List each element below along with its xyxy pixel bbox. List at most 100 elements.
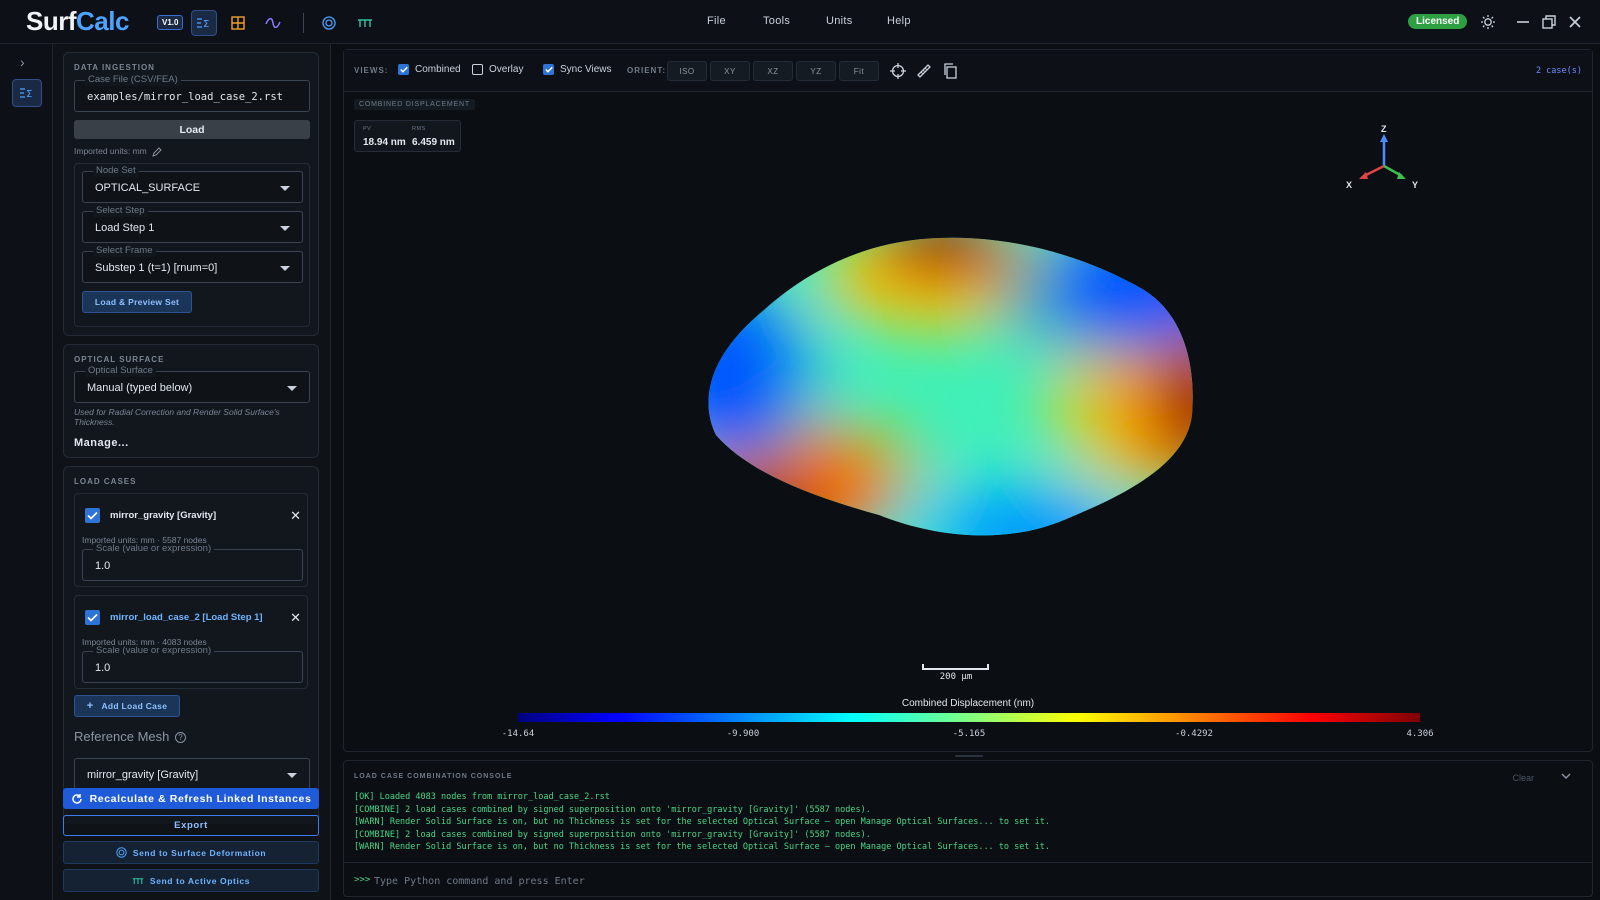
orient-iso-button[interactable]: ISO [667,61,707,81]
field-label: Optical Surface [85,365,156,377]
case-count: 2 case(s) [1535,66,1582,76]
add-load-case-button[interactable]: + Add Load Case [74,695,180,717]
reference-mesh-label: Reference Mesh ? [74,729,187,744]
caret-down-icon [287,386,297,391]
theme-sun-icon[interactable] [1478,12,1498,32]
field-value: Load Step 1 [95,222,155,234]
viewer-toolbar: VIEWS: Combined Overlay Sync Views ORIEN… [344,50,1592,92]
title-bar: SurfCalc V1.0 Σ File Tools Units Help Li… [0,0,1600,44]
minimize-icon[interactable] [1513,12,1533,32]
scale-input[interactable]: Scale (value or expression) 1.0 [82,645,303,683]
axis-y-label: Y [1412,180,1418,190]
console-log-line: [WARN] Render Solid Surface is on, but n… [354,842,1050,852]
restore-icon[interactable] [1539,12,1559,32]
colorbar-tick: -5.165 [952,729,986,739]
caret-down-icon [280,226,290,231]
combined-toggle[interactable]: Combined [398,64,461,75]
load-preview-set-button[interactable]: Load & Preview Set [82,291,192,313]
rms-label: RMS [412,126,426,132]
axis-x-label: X [1346,180,1352,190]
caret-down-icon [287,773,297,778]
svg-text:Σ: Σ [203,19,209,29]
field-value: Manual (typed below) [87,382,193,394]
reference-mesh-select[interactable]: mirror_gravity [Gravity] [74,758,310,790]
remove-load-case-icon[interactable]: ✕ [290,508,301,524]
orient-yz-button[interactable]: YZ [796,61,836,81]
viewer-panel: VIEWS: Combined Overlay Sync Views ORIEN… [343,49,1593,752]
send-active-optics-button[interactable]: Send to Active Optics [63,869,319,892]
scale-input[interactable]: Scale (value or expression) 1.0 [82,543,303,581]
panel-splitter-handle[interactable] [955,755,983,757]
scale-bar-label: 200 µm [939,672,973,682]
target-rings-icon [116,847,127,858]
field-label: Node Set [93,165,139,177]
colorbar-tick: -9.900 [726,729,760,739]
ruler-icon[interactable] [914,61,934,81]
load-case-name: mirror_load_case_2 [Load Step 1] [110,612,263,623]
colorbar [518,713,1420,722]
optical-surface-card: OPTICAL SURFACE Optical Surface Manual (… [63,344,319,458]
node-set-group: Node Set OPTICAL_SURFACE Select Step Loa… [74,163,310,327]
frame-select[interactable]: Select Frame Substep 1 (t=1) [rnum=0] [82,245,303,283]
recalculate-button[interactable]: Recalculate & Refresh Linked Instances [63,788,319,809]
orient-xz-button[interactable]: XZ [753,61,793,81]
manage-link[interactable]: Manage... [74,437,129,449]
target-rings-icon[interactable] [316,10,342,36]
caret-down-icon [280,186,290,191]
step-select[interactable]: Select Step Load Step 1 [82,205,303,243]
checkbox-unchecked-icon [472,64,483,75]
plus-icon: + [86,700,94,712]
crosshair-icon[interactable] [888,61,908,81]
rms-value: 6.459 nm [412,137,455,148]
wave-icon[interactable] [260,10,286,36]
chevron-down-icon[interactable] [1560,770,1572,785]
copy-icon[interactable] [940,61,960,81]
menu-tools[interactable]: Tools [763,15,790,27]
field-value: OPTICAL_SURFACE [95,182,201,194]
displacement-surface-plot[interactable] [704,235,1204,545]
load-case-checkbox[interactable] [85,508,100,523]
load-button[interactable]: Load [74,120,310,139]
grid-table-icon[interactable] [225,10,251,36]
app-logo: SurfCalc [26,6,129,36]
section-title: OPTICAL SURFACE [74,355,165,364]
optical-surface-select[interactable]: Optical Surface Manual (typed below) [74,365,310,403]
left-rail: › Σ [0,44,53,900]
view-tag: COMBINED DISPLACEMENT [354,99,475,110]
console-log-line: [WARN] Render Solid Surface is on, but n… [354,817,1050,827]
rail-combiner-button[interactable]: Σ [12,79,42,107]
pencil-icon[interactable] [152,147,162,157]
menu-units[interactable]: Units [826,15,853,27]
help-circle-icon[interactable]: ? [175,732,187,744]
python-command-input[interactable] [374,872,1564,890]
console-clear-button[interactable]: Clear [1512,773,1534,783]
checkbox-checked-icon [543,64,554,75]
orient-fit-button[interactable]: Fit [839,61,879,81]
node-set-select[interactable]: Node Set OPTICAL_SURFACE [82,165,303,203]
load-case-checkbox[interactable] [85,610,100,625]
remove-load-case-icon[interactable]: ✕ [290,610,301,626]
scale-bar [922,664,989,670]
load-case-combiner-icon[interactable]: Σ [191,10,217,36]
section-title: LOAD CASES [74,477,137,486]
field-value: 1.0 [95,560,111,572]
refresh-icon [71,793,82,804]
sync-views-toggle[interactable]: Sync Views [543,64,612,75]
chevron-right-icon[interactable]: › [20,54,25,70]
field-label: Select Frame [93,245,156,257]
optical-surface-note: Used for Radial Correction and Render So… [74,407,280,427]
menu-file[interactable]: File [707,15,726,27]
menu-help[interactable]: Help [887,15,911,27]
case-file-input[interactable]: Case File (CSV/FEA) examples/mirror_load… [74,74,310,112]
field-value: examples/mirror_load_case_2.rst [87,91,283,103]
field-value: mirror_gravity [Gravity] [87,769,199,781]
axis-z-label: Z [1381,124,1387,134]
actuator-icon[interactable] [352,10,378,36]
axis-triad: Z X Y [1346,124,1418,190]
send-surface-deformation-button[interactable]: Send to Surface Deformation [63,841,319,864]
overlay-toggle[interactable]: Overlay [472,64,523,75]
console-prompt: >>> [344,862,1592,898]
close-window-icon[interactable] [1565,12,1585,32]
export-button[interactable]: Export [63,815,319,836]
orient-xy-button[interactable]: XY [710,61,750,81]
